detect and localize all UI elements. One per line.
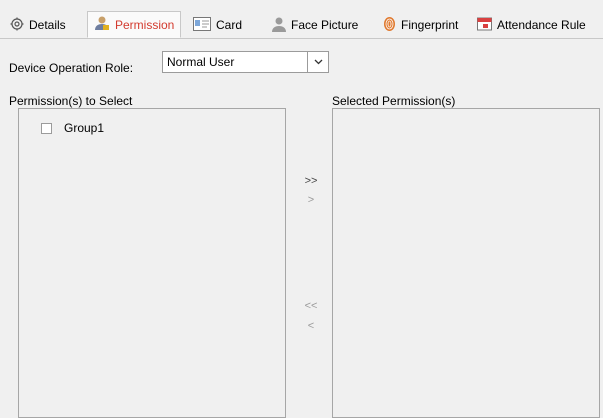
tab-label: Face Picture [291,18,359,32]
tab-bar: Details Permission Card Face Picture Fin… [0,0,603,39]
permission-content: Device Operation Role: Normal User Permi… [0,39,603,418]
add-all-button[interactable]: >> [298,175,324,187]
fingerprint-icon [383,16,396,35]
permissions-to-select-header: Permission(s) to Select [9,94,133,108]
tab-card[interactable]: Card [193,14,242,36]
calendar-icon [477,16,492,34]
list-item[interactable]: Group1 [41,121,104,135]
tab-label: Permission [115,17,175,32]
permissions-to-select-panel: Group1 [18,108,286,418]
tab-fingerprint[interactable]: Fingerprint [383,14,458,36]
tab-permission[interactable]: Permission [87,11,182,38]
face-icon [272,16,286,35]
selected-permissions-panel [332,108,600,418]
group-label: Group1 [64,121,105,135]
group-checkbox[interactable] [41,122,52,134]
tab-label: Details [29,18,66,32]
remove-button[interactable]: < [298,320,324,332]
selected-permissions-header: Selected Permission(s) [332,94,456,108]
device-operation-role-label: Device Operation Role: [9,61,134,75]
tab-face-picture[interactable]: Face Picture [272,14,358,36]
user-permission-icon [94,15,110,34]
tab-details[interactable]: Details [10,14,66,36]
tab-attendance-rule[interactable]: Attendance Rule [477,14,586,36]
tab-label: Attendance Rule [497,18,586,32]
tab-label: Card [216,18,243,32]
device-operation-role-select[interactable]: Normal User [162,51,329,73]
add-button[interactable]: > [298,194,324,206]
chevron-down-icon[interactable] [307,52,328,72]
tab-label: Fingerprint [401,18,459,32]
device-operation-role-value: Normal User [167,55,235,69]
remove-all-button[interactable]: << [298,300,324,312]
gear-icon [10,17,24,34]
card-icon [193,16,211,34]
